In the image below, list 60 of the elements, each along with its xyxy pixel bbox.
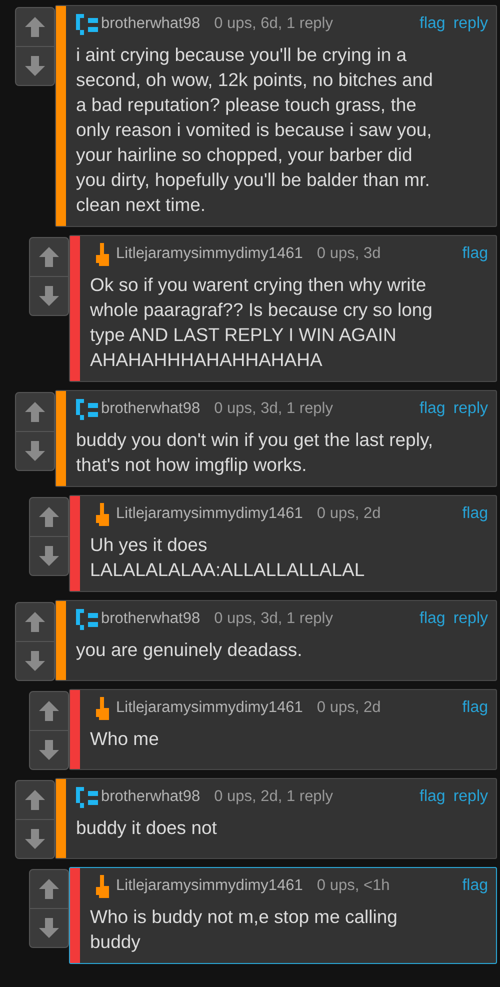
comment-meta: 0 ups, 6d, 1 reply bbox=[214, 15, 334, 33]
username[interactable]: brotherwhat98 bbox=[101, 610, 200, 628]
up-arrow-icon bbox=[37, 245, 61, 269]
action-link[interactable]: reply bbox=[453, 400, 488, 418]
username[interactable]: brotherwhat98 bbox=[101, 15, 200, 33]
up-arrow-icon bbox=[37, 877, 61, 901]
action-link[interactable]: flag bbox=[420, 610, 446, 628]
action-link[interactable]: flag bbox=[462, 877, 488, 895]
action-link[interactable]: flag bbox=[420, 788, 446, 806]
username[interactable]: brotherwhat98 bbox=[101, 788, 200, 806]
comment-meta: 0 ups, <1h bbox=[316, 877, 390, 895]
down-arrow-icon bbox=[23, 54, 47, 78]
action-link[interactable]: reply bbox=[453, 15, 488, 33]
username[interactable]: Litlejaramysimmydimy1461 bbox=[116, 245, 303, 263]
username[interactable]: Litlejaramysimmydimy1461 bbox=[116, 699, 303, 717]
comment-meta: 0 ups, 3d bbox=[316, 245, 381, 263]
action-link[interactable]: flag bbox=[462, 505, 488, 523]
comment-meta: 0 ups, 3d, 1 reply bbox=[214, 400, 334, 418]
comment-text: Uh yes it does LALALALALAA:ALLALLALLALAL bbox=[90, 533, 366, 582]
up-arrow-icon bbox=[23, 788, 47, 812]
hand-icon bbox=[96, 242, 109, 266]
action-link[interactable]: flag bbox=[462, 245, 488, 263]
hand-icon bbox=[96, 696, 109, 720]
up-arrow-icon bbox=[23, 15, 47, 39]
hand-icon bbox=[96, 502, 109, 526]
comment-text: buddy it does not bbox=[76, 816, 218, 840]
action-link[interactable]: flag bbox=[420, 400, 446, 418]
down-arrow-icon bbox=[23, 439, 47, 463]
avatar-icon bbox=[76, 398, 98, 420]
comment-text: you are genuinely deadass. bbox=[76, 638, 304, 662]
down-arrow-icon bbox=[37, 544, 61, 568]
comment-meta: 0 ups, 3d, 1 reply bbox=[214, 610, 334, 628]
down-arrow-icon bbox=[37, 284, 61, 308]
avatar-icon bbox=[76, 14, 98, 34]
username[interactable]: Litlejaramysimmydimy1461 bbox=[116, 505, 303, 523]
username[interactable]: brotherwhat98 bbox=[101, 400, 200, 418]
up-arrow-icon bbox=[23, 610, 47, 634]
action-link[interactable]: flag bbox=[420, 15, 446, 33]
action-link[interactable]: flag bbox=[462, 699, 488, 717]
down-arrow-icon bbox=[23, 827, 47, 851]
username[interactable]: Litlejaramysimmydimy1461 bbox=[116, 877, 303, 895]
comment-text: Who me bbox=[90, 727, 160, 751]
comment-text: Who is buddy not m,e stop me calling buddy bbox=[90, 905, 398, 954]
avatar-icon bbox=[76, 786, 98, 808]
up-arrow-icon bbox=[23, 400, 47, 424]
comment-meta: 0 ups, 2d bbox=[316, 505, 381, 523]
comment-text: buddy you don't win if you get the last reply, that's not how imgflip works. bbox=[76, 428, 434, 477]
action-link[interactable]: reply bbox=[453, 610, 488, 628]
comment-meta: 0 ups, 2d bbox=[316, 699, 381, 717]
action-link[interactable]: reply bbox=[453, 788, 488, 806]
up-arrow-icon bbox=[37, 505, 61, 529]
avatar-icon bbox=[76, 608, 98, 630]
comment-text: Ok so if you warent crying then why write whole paaragraf?? Is because cry so long type AND LAST REPLY I WIN AGAIN AHAHAHHHAHAHHAHAHA bbox=[90, 273, 434, 372]
hand-icon bbox=[96, 874, 109, 898]
comment-meta: 0 ups, 2d, 1 reply bbox=[214, 788, 334, 806]
down-arrow-icon bbox=[37, 916, 61, 940]
up-arrow-icon bbox=[37, 699, 61, 723]
comment-text: i aint crying because you'll be crying in a second, oh wow, 12k points, no bitches and a bad reputation? please touch grass, the only reason i vomited is because i saw you, your hairline so chopped, your barber did you dirty, hopefully you'll be balder than mr. clean next time. bbox=[76, 43, 434, 217]
down-arrow-icon bbox=[23, 649, 47, 673]
down-arrow-icon bbox=[37, 738, 61, 762]
